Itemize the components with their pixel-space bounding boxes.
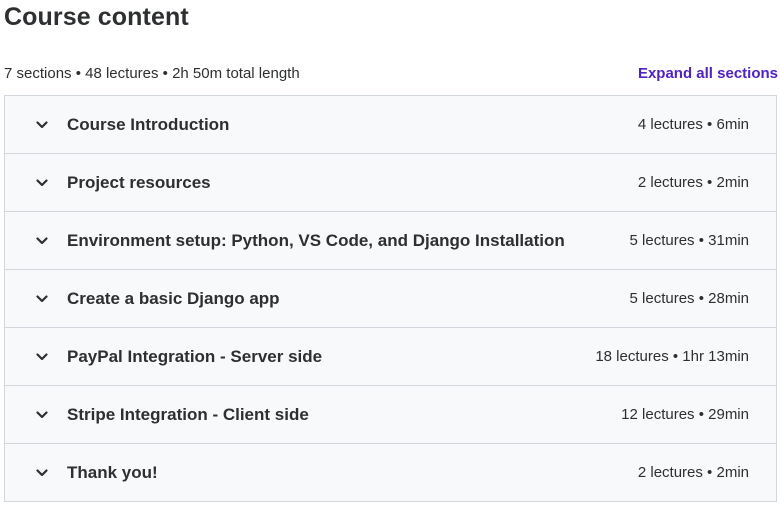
course-summary: 7 sections • 48 lectures • 2h 50m total … xyxy=(4,64,300,82)
section-header[interactable]: Course Introduction 4 lectures • 6min xyxy=(5,96,776,154)
section-meta: 4 lectures • 6min xyxy=(637,116,749,133)
section-title: PayPal Integration - Server side xyxy=(67,346,323,366)
section-meta: 2 lectures • 2min xyxy=(637,174,749,191)
section-header[interactable]: Thank you! 2 lectures • 2min xyxy=(5,444,776,502)
section-meta: 2 lectures • 2min xyxy=(637,464,749,481)
section-header[interactable]: Environment setup: Python, VS Code, and … xyxy=(5,212,776,270)
chevron-down-icon xyxy=(35,176,49,190)
expand-all-sections-button[interactable]: Expand all sections xyxy=(638,65,778,82)
chevron-down-icon xyxy=(35,408,49,422)
chevron-down-icon xyxy=(35,118,49,132)
course-summary-row: 7 sections • 48 lectures • 2h 50m total … xyxy=(4,62,778,84)
section-title: Create a basic Django app xyxy=(67,288,280,308)
chevron-down-icon xyxy=(35,466,49,480)
section-meta: 18 lectures • 1hr 13min xyxy=(595,348,749,365)
section-header[interactable]: PayPal Integration - Server side 18 lect… xyxy=(5,328,776,386)
section-meta: 5 lectures • 31min xyxy=(629,232,749,249)
section-title: Course Introduction xyxy=(67,114,230,134)
section-title: Thank you! xyxy=(67,462,158,482)
page-title: Course content xyxy=(4,3,189,31)
section-header[interactable]: Project resources 2 lectures • 2min xyxy=(5,154,776,212)
section-meta: 12 lectures • 29min xyxy=(621,406,749,423)
chevron-down-icon xyxy=(35,350,49,364)
section-meta: 5 lectures • 28min xyxy=(629,290,749,307)
section-title: Stripe Integration - Client side xyxy=(67,404,309,424)
section-header[interactable]: Stripe Integration - Client side 12 lect… xyxy=(5,386,776,444)
chevron-down-icon xyxy=(35,292,49,306)
sections-list: Course Introduction 4 lectures • 6min Pr… xyxy=(4,95,777,502)
section-title: Project resources xyxy=(67,172,211,192)
section-title: Environment setup: Python, VS Code, and … xyxy=(67,230,565,250)
chevron-down-icon xyxy=(35,234,49,248)
section-header[interactable]: Create a basic Django app 5 lectures • 2… xyxy=(5,270,776,328)
